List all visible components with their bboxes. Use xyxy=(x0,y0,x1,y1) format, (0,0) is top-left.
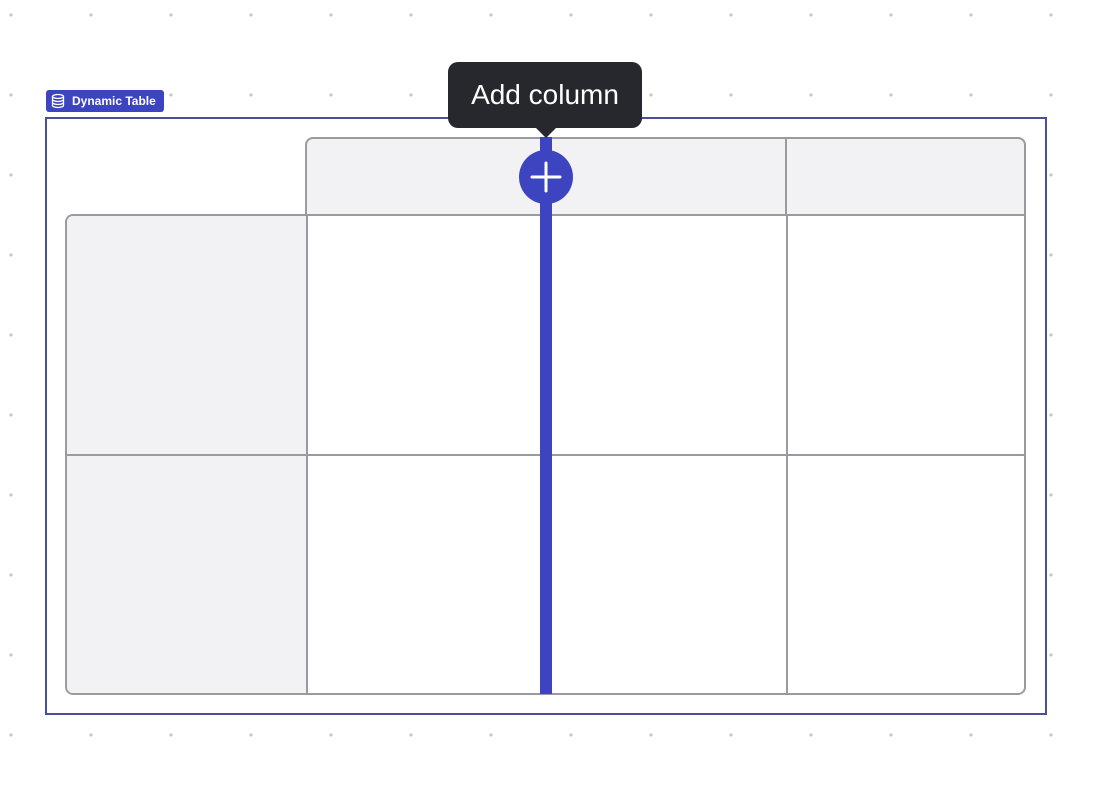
plus-icon xyxy=(530,161,562,193)
column-header-divider xyxy=(785,137,787,215)
column-insert-indicator xyxy=(540,137,552,694)
add-column-tooltip: Add column xyxy=(448,62,642,128)
tooltip-arrow xyxy=(535,127,557,138)
add-column-button[interactable] xyxy=(519,150,573,204)
canvas[interactable]: { "badge": { "label": "Dynamic Table", "… xyxy=(0,0,1099,797)
database-icon xyxy=(50,93,66,109)
component-badge[interactable]: Dynamic Table xyxy=(46,90,164,112)
tooltip-text: Add column xyxy=(471,79,619,110)
component-badge-label: Dynamic Table xyxy=(72,94,156,108)
column-header-row[interactable] xyxy=(305,137,1026,215)
